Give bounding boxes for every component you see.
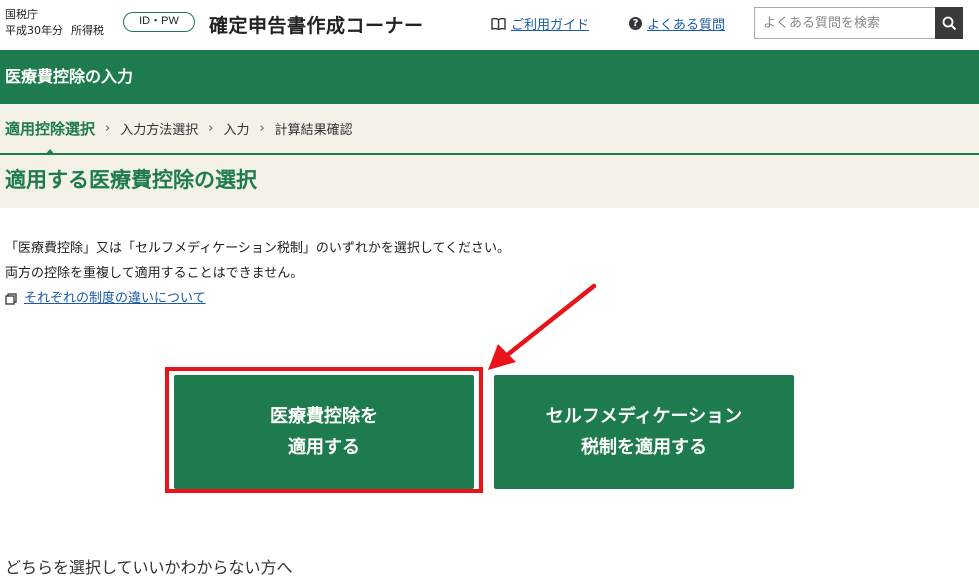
step-current: 適用控除選択 (5, 120, 96, 138)
unsure-heading: どちらを選択していいかわからない方へ (5, 558, 293, 577)
chevron-right-icon: › (208, 121, 214, 136)
agency-info: 国税庁 平成30年分 所得税 (5, 7, 104, 39)
id-pw-badge[interactable]: ID・PW (123, 12, 195, 32)
instructions: 「医療費控除」又は「セルフメディケーション税制」のいずれかを選択してください。 … (5, 236, 510, 311)
faq-link-label: よくある質問 (647, 18, 726, 33)
faq-search (754, 7, 963, 39)
question-icon: ? (629, 17, 642, 30)
site-title: 確定申告書作成コーナー (209, 15, 424, 37)
page-title: 適用する医療費控除の選択 (5, 168, 257, 192)
search-icon (942, 16, 956, 30)
step-breadcrumb: 適用控除選択 › 入力方法選択 › 入力 › 計算結果確認 (5, 118, 353, 139)
apply-medical-deduction-button[interactable]: 医療費控除を 適用する (174, 375, 474, 489)
book-icon (491, 17, 506, 30)
instruction-text: 「医療費控除」又は「セルフメディケーション税制」のいずれかを選択してください。 (5, 241, 511, 256)
guide-link-label: ご利用ガイド (511, 18, 590, 33)
site-header: 国税庁 平成30年分 所得税 ID・PW 確定申告書作成コーナー ご利用ガイド ?… (0, 0, 979, 50)
guide-link[interactable]: ご利用ガイド (491, 14, 589, 33)
step-header: 適用控除選択 › 入力方法選択 › 入力 › 計算結果確認 適用する医療費控除の… (0, 104, 979, 208)
step-item: 計算結果確認 (274, 123, 353, 138)
difference-link-label: それぞれの制度の違いについて (24, 291, 206, 306)
step-item: 入力方法選択 (120, 123, 199, 138)
divider (0, 153, 979, 155)
tax-type: 所得税 (71, 24, 104, 37)
section-title: 医療費控除の入力 (0, 50, 979, 104)
chevron-right-icon: › (105, 121, 111, 136)
search-button[interactable] (935, 7, 963, 39)
document-icon (5, 292, 17, 305)
instruction-text: 両方の控除を重複して適用することはできません。 (5, 266, 304, 281)
apply-self-medication-button[interactable]: セルフメディケーション 税制を適用する (494, 375, 794, 489)
faq-link[interactable]: ? よくある質問 (629, 14, 725, 33)
search-input[interactable] (754, 7, 935, 39)
step-item: 入力 (223, 123, 250, 138)
agency-name: 国税庁 (5, 8, 38, 21)
chevron-right-icon: › (259, 121, 265, 136)
difference-link[interactable]: それぞれの制度の違いについて (5, 286, 510, 311)
tax-year: 平成30年分 (5, 24, 63, 37)
